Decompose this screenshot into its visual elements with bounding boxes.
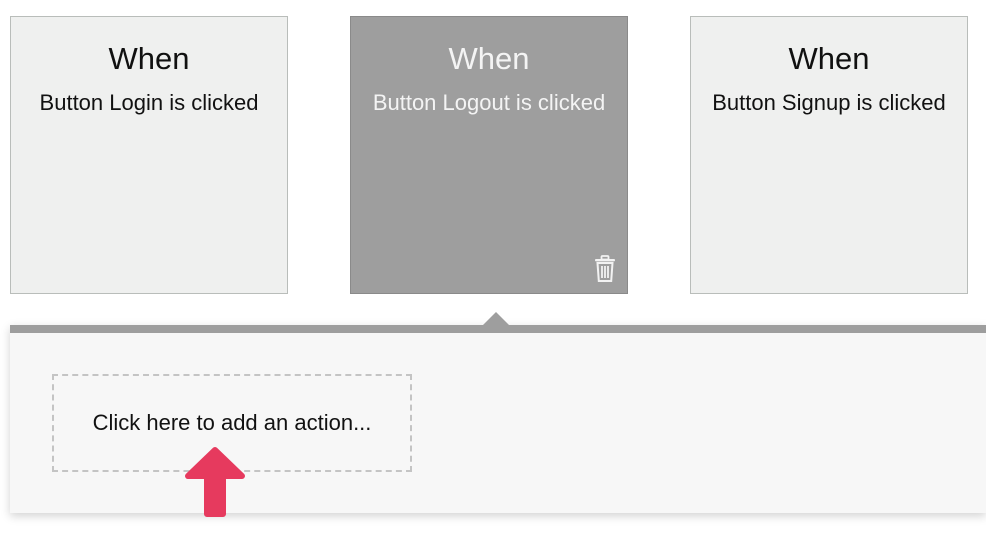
trash-icon[interactable] <box>593 255 617 283</box>
event-card-title: When <box>108 41 190 76</box>
event-card-description: Button Logout is clicked <box>372 90 606 115</box>
action-panel-header-bar <box>10 325 986 333</box>
event-card-logout[interactable]: When Button Logout is clicked <box>350 16 628 294</box>
up-arrow-icon <box>185 447 245 517</box>
event-card-login[interactable]: When Button Login is clicked <box>10 16 288 294</box>
event-card-description: Button Signup is clicked <box>712 90 946 115</box>
event-card-title: When <box>788 41 870 76</box>
event-card-description: Button Login is clicked <box>39 90 259 115</box>
event-card-title: When <box>448 41 530 76</box>
event-card-signup[interactable]: When Button Signup is clicked <box>690 16 968 294</box>
action-panel-pointer <box>482 312 510 326</box>
